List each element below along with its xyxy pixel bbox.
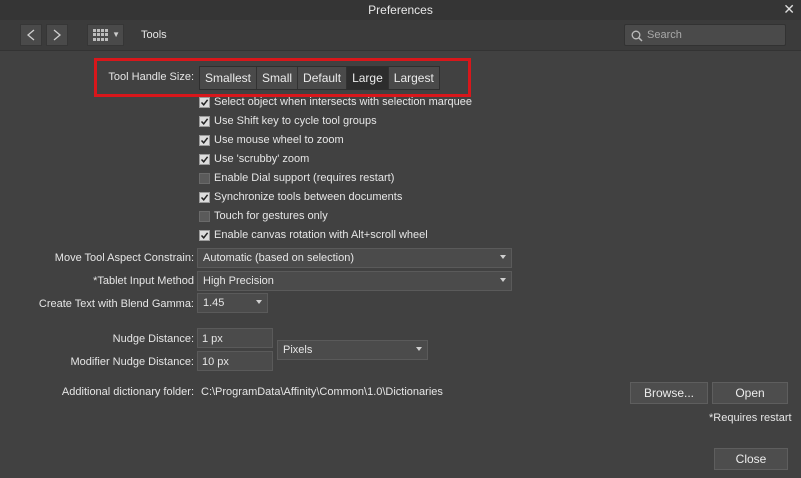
search-icon — [631, 30, 643, 42]
tablet-input-label: *Tablet Input Method — [93, 275, 194, 287]
checkbox-wheel-zoom[interactable]: Use mouse wheel to zoom — [199, 133, 344, 147]
grid-icon — [93, 29, 108, 41]
checkbox-label: Synchronize tools between documents — [214, 191, 403, 203]
checkbox-checked-icon[interactable] — [199, 115, 210, 127]
move-tool-dropdown[interactable]: Automatic (based on selection) — [197, 248, 512, 268]
handle-size-smallest[interactable]: Smallest — [200, 67, 258, 89]
handle-size-large[interactable]: Large — [347, 67, 389, 89]
dropdown-arrow-icon — [500, 278, 506, 282]
handle-size-largest[interactable]: Largest — [388, 67, 439, 89]
checkbox-scrubby-zoom[interactable]: Use 'scrubby' zoom — [199, 152, 309, 166]
close-icon[interactable]: ✕ — [783, 1, 795, 18]
window-title: Preferences — [368, 3, 433, 17]
dropdown-arrow-icon — [416, 347, 422, 351]
checkbox-label: Select object when intersects with selec… — [214, 96, 473, 108]
move-tool-value: Automatic (based on selection) — [203, 252, 355, 264]
forward-button[interactable] — [46, 24, 68, 46]
open-button[interactable]: Open — [712, 382, 788, 404]
chevron-right-icon — [53, 29, 62, 41]
checkbox-label: Touch for gestures only — [214, 210, 328, 222]
checkbox-checked-icon[interactable] — [199, 96, 210, 108]
handle-size-small[interactable]: Small — [257, 67, 299, 89]
checkbox-unchecked-icon[interactable] — [199, 172, 210, 184]
browse-button[interactable]: Browse... — [630, 382, 708, 404]
search-input[interactable] — [647, 27, 781, 43]
tool-handle-size-label: Tool Handle Size: — [108, 71, 194, 83]
blend-gamma-dropdown[interactable]: 1.45 — [197, 293, 268, 313]
checkbox-canvas-rotation[interactable]: Enable canvas rotation with Alt+scroll w… — [199, 228, 428, 242]
checkbox-label: Enable canvas rotation with Alt+scroll w… — [214, 229, 428, 241]
dictionary-folder-path: C:\ProgramData\Affinity\Common\1.0\Dicti… — [201, 386, 443, 398]
modifier-nudge-input[interactable] — [202, 354, 262, 370]
chevron-left-icon — [26, 29, 35, 41]
back-button[interactable] — [20, 24, 42, 46]
toolbar: ▼ Tools — [0, 20, 801, 51]
checkbox-label: Enable Dial support (requires restart) — [214, 172, 395, 184]
dictionary-folder-label: Additional dictionary folder: — [61, 386, 194, 398]
close-button[interactable]: Close — [714, 448, 788, 470]
nudge-unit-value: Pixels — [283, 344, 313, 356]
checkbox-shift-cycle[interactable]: Use Shift key to cycle tool groups — [199, 114, 377, 128]
blend-gamma-label: Create Text with Blend Gamma: — [38, 298, 194, 310]
dropdown-arrow-icon: ▼ — [112, 30, 120, 39]
nudge-distance-label: Nudge Distance: — [112, 333, 194, 345]
modifier-nudge-label: Modifier Nudge Distance: — [70, 356, 194, 368]
title-bar: Preferences ✕ — [0, 0, 801, 20]
dropdown-arrow-icon — [256, 300, 262, 304]
category-grid-button[interactable]: ▼ — [87, 24, 124, 46]
modifier-nudge-field[interactable] — [197, 351, 273, 371]
checkbox-label: Use 'scrubby' zoom — [214, 153, 310, 165]
checkbox-checked-icon[interactable] — [199, 153, 210, 165]
checkbox-label: Use mouse wheel to zoom — [214, 134, 344, 146]
nudge-unit-dropdown[interactable]: Pixels — [277, 340, 428, 360]
checkbox-checked-icon[interactable] — [199, 229, 210, 241]
checkbox-checked-icon[interactable] — [199, 191, 210, 203]
tablet-input-value: High Precision — [203, 275, 274, 287]
nudge-distance-input[interactable] — [202, 331, 262, 347]
checkbox-label: Use Shift key to cycle tool groups — [214, 115, 377, 127]
checkbox-dial-support[interactable]: Enable Dial support (requires restart) — [199, 171, 394, 185]
checkbox-unchecked-icon[interactable] — [199, 210, 210, 222]
section-title: Tools — [141, 29, 167, 41]
blend-gamma-value: 1.45 — [203, 297, 225, 309]
move-tool-label: Move Tool Aspect Constrain: — [54, 252, 194, 264]
checkbox-select-intersect[interactable]: Select object when intersects with selec… — [199, 95, 472, 109]
search-box[interactable] — [624, 24, 786, 46]
checkbox-touch-gestures[interactable]: Touch for gestures only — [199, 209, 328, 223]
nudge-distance-field[interactable] — [197, 328, 273, 348]
handle-size-default[interactable]: Default — [298, 67, 348, 89]
checkbox-checked-icon[interactable] — [199, 134, 210, 146]
requires-restart-note: *Requires restart — [709, 412, 792, 424]
tool-handle-size-selector: Smallest Small Default Large Largest — [199, 66, 440, 90]
checkbox-sync-tools[interactable]: Synchronize tools between documents — [199, 190, 402, 204]
tablet-input-dropdown[interactable]: High Precision — [197, 271, 512, 291]
dropdown-arrow-icon — [500, 255, 506, 259]
